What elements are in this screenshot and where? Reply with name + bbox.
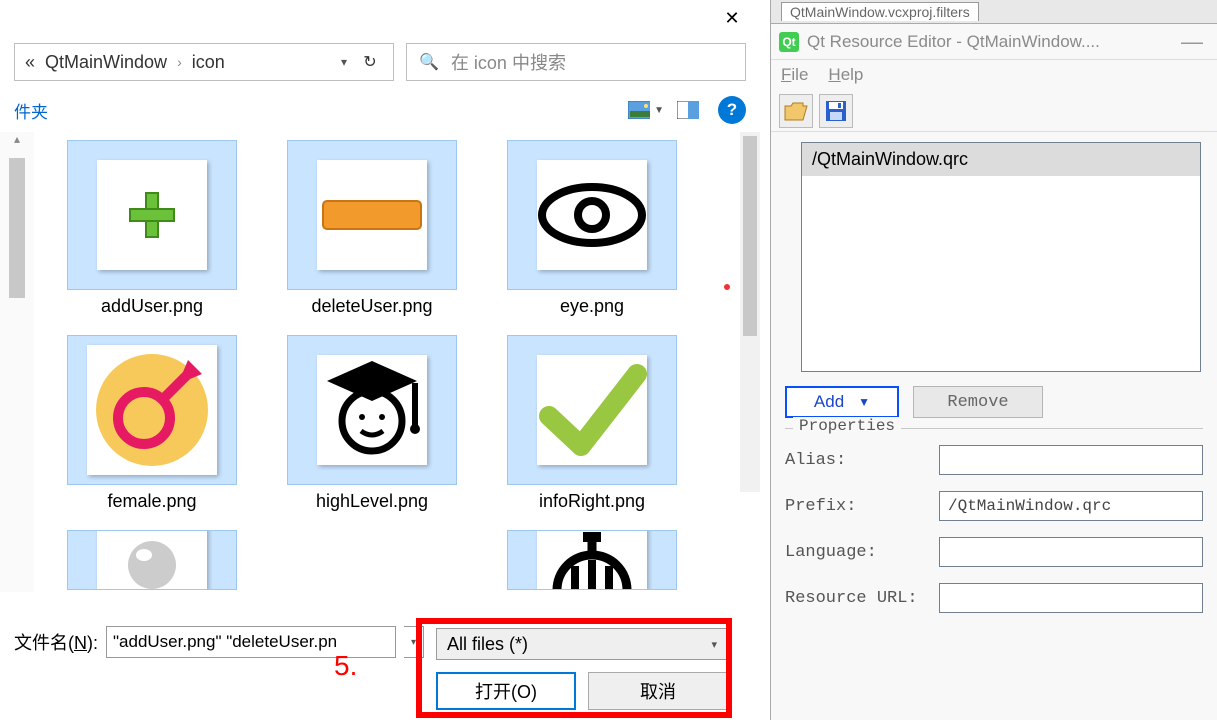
file-name: highLevel.png — [316, 491, 428, 512]
eye-icon — [537, 180, 647, 250]
chevron-down-icon: ▼ — [858, 395, 870, 409]
file-tile[interactable]: highLevel.png — [272, 335, 472, 512]
refresh-icon[interactable]: ↻ — [357, 52, 383, 72]
save-button[interactable] — [819, 94, 853, 128]
minus-icon — [317, 195, 427, 235]
prefix-label: Prefix: — [785, 497, 931, 516]
nav-tree-scrollbar[interactable]: ▴ — [0, 132, 34, 592]
resource-list-item[interactable]: /QtMainWindow.qrc — [802, 143, 1200, 176]
file-name: infoRight.png — [539, 491, 645, 512]
dialog-toolbar: 件夹 ▼ ? — [0, 88, 760, 132]
properties-group: Properties Alias: Prefix: Language: Reso… — [785, 428, 1203, 613]
properties-title: Properties — [793, 417, 901, 435]
graduate-icon — [317, 355, 427, 465]
resource-list[interactable]: /QtMainWindow.qrc — [801, 142, 1201, 372]
preview-pane-button[interactable] — [670, 96, 706, 124]
language-input[interactable] — [939, 537, 1203, 567]
chevron-down-icon[interactable]: ▾ — [341, 55, 347, 69]
picture-icon — [628, 101, 650, 119]
annotation-dot — [724, 284, 730, 290]
plus-icon — [124, 187, 180, 243]
ide-tab[interactable]: QtMainWindow.vcxproj.filters — [771, 0, 1217, 24]
dialog-nav-row: « QtMainWindow › icon ▾ ↻ 🔍 在 icon 中搜索 — [0, 36, 760, 88]
remove-button[interactable]: Remove — [913, 386, 1043, 418]
file-tile[interactable]: female.png — [52, 335, 252, 512]
resource-url-input[interactable] — [939, 583, 1203, 613]
window-titlebar: Qt Qt Resource Editor - QtMainWindow....… — [771, 24, 1217, 60]
ide-tab-label: QtMainWindow.vcxproj.filters — [781, 2, 979, 21]
file-tile[interactable] — [492, 530, 692, 590]
minimize-icon[interactable]: — — [1175, 29, 1209, 55]
search-icon: 🔍 — [419, 52, 439, 72]
open-folder-button[interactable] — [779, 94, 813, 128]
sphere-icon — [122, 535, 182, 590]
view-mode-button[interactable]: ▼ — [628, 96, 664, 124]
folder-open-icon — [783, 100, 809, 122]
breadcrumb-back-icon: « — [25, 52, 35, 73]
file-name: eye.png — [560, 296, 624, 317]
floppy-icon — [824, 99, 848, 123]
filename-label: 文件名(N): — [14, 629, 98, 655]
menu-file[interactable]: File — [781, 65, 808, 85]
file-name: addUser.png — [101, 296, 203, 317]
file-list-area: ▴ addUser.png deleteUser.png eye. — [0, 132, 760, 592]
breadcrumb-part: icon — [192, 52, 225, 73]
resource-actions: Add▼ Remove — [785, 386, 1217, 418]
add-button[interactable]: Add▼ — [785, 386, 899, 418]
file-name: female.png — [107, 491, 196, 512]
file-tile[interactable]: addUser.png — [52, 140, 252, 317]
file-open-dialog: ✕ « QtMainWindow › icon ▾ ↻ 🔍 在 icon 中搜索… — [0, 0, 760, 720]
chevron-right-icon: › — [177, 54, 182, 70]
check-icon — [537, 360, 647, 460]
menu-help[interactable]: Help — [828, 65, 863, 85]
file-grid: addUser.png deleteUser.png eye.png femal… — [34, 132, 760, 592]
prefix-input[interactable] — [939, 491, 1203, 521]
file-tile[interactable]: infoRight.png — [492, 335, 692, 512]
menu-bar: File Help — [771, 60, 1217, 90]
window-title: Qt Resource Editor - QtMainWindow.... — [807, 32, 1167, 52]
breadcrumb[interactable]: « QtMainWindow › icon ▾ ↻ — [14, 43, 394, 81]
help-icon[interactable]: ? — [718, 96, 746, 124]
close-icon[interactable]: ✕ — [712, 3, 752, 33]
file-list-scrollbar[interactable] — [740, 132, 760, 492]
toolbar — [771, 90, 1217, 132]
language-label: Language: — [785, 543, 931, 562]
annotation-step-label: 5. — [334, 650, 357, 682]
alias-input[interactable] — [939, 445, 1203, 475]
search-placeholder: 在 icon 中搜索 — [451, 49, 566, 75]
file-name: deleteUser.png — [311, 296, 432, 317]
panel-icon — [677, 101, 699, 119]
qt-resource-editor-window: QtMainWindow.vcxproj.filters Qt Qt Resou… — [770, 0, 1217, 720]
file-tile[interactable]: eye.png — [492, 140, 692, 317]
breadcrumb-part: QtMainWindow — [45, 52, 167, 73]
dialog-titlebar: ✕ — [0, 0, 760, 36]
female-icon — [92, 350, 212, 470]
resource-url-label: Resource URL: — [785, 589, 931, 608]
search-input[interactable]: 🔍 在 icon 中搜索 — [406, 43, 746, 81]
alias-label: Alias: — [785, 451, 931, 470]
new-folder-button[interactable]: 件夹 — [14, 98, 48, 123]
annotation-highlight-box — [416, 618, 732, 718]
dome-icon — [547, 530, 637, 590]
file-tile[interactable] — [52, 530, 252, 590]
qt-logo-icon: Qt — [779, 32, 799, 52]
file-tile[interactable]: deleteUser.png — [272, 140, 472, 317]
